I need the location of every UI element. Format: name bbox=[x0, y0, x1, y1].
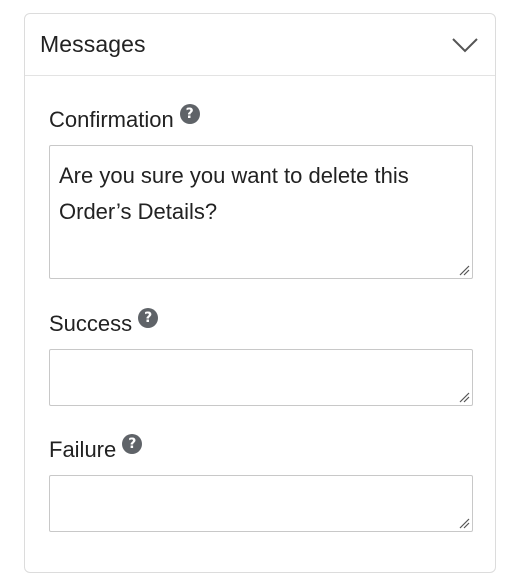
confirmation-label-row: Confirmation ? bbox=[49, 104, 471, 133]
panel-title: Messages bbox=[40, 31, 146, 57]
chevron-down-icon[interactable] bbox=[451, 36, 479, 54]
question-circle-icon[interactable]: ? bbox=[122, 434, 143, 454]
resize-handle-icon[interactable] bbox=[458, 264, 470, 276]
resize-handle-icon[interactable] bbox=[458, 517, 470, 529]
failure-textarea-box bbox=[49, 475, 473, 532]
success-textarea[interactable] bbox=[50, 350, 472, 405]
success-label-row: Success ? bbox=[49, 308, 471, 337]
confirmation-label: Confirmation bbox=[49, 107, 174, 132]
failure-label-row: Failure ? bbox=[49, 434, 471, 463]
confirmation-textarea-box: Are you sure you want to delete this Ord… bbox=[49, 145, 473, 279]
question-circle-icon[interactable]: ? bbox=[138, 308, 159, 328]
confirmation-textarea[interactable]: Are you sure you want to delete this Ord… bbox=[50, 146, 472, 278]
resize-handle-icon[interactable] bbox=[458, 391, 470, 403]
messages-panel-header[interactable]: Messages bbox=[25, 14, 495, 76]
panel-body: Confirmation ? Are you sure you want to … bbox=[25, 104, 495, 532]
failure-textarea[interactable] bbox=[50, 476, 472, 531]
success-textarea-box bbox=[49, 349, 473, 406]
failure-label: Failure bbox=[49, 437, 117, 462]
question-circle-icon[interactable]: ? bbox=[179, 104, 200, 124]
success-label: Success bbox=[49, 311, 133, 336]
messages-panel: Messages Confirmation ? Are you sure you… bbox=[24, 13, 496, 573]
